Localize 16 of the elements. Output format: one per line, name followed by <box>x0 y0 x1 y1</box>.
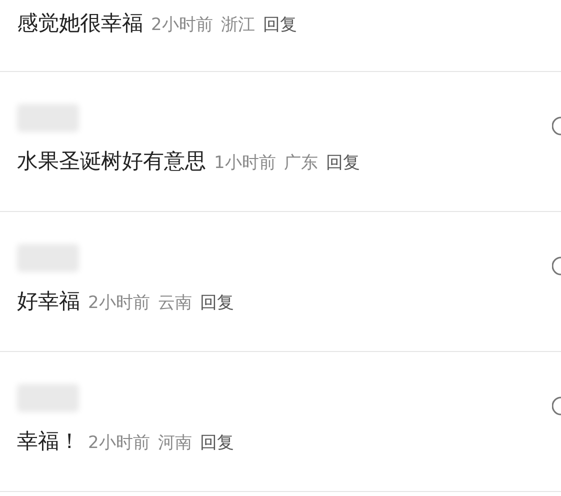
comment-location: 浙江 <box>220 14 255 37</box>
comment-text: 好幸福 <box>17 288 80 315</box>
comment-text: 感觉她很幸福 <box>17 10 143 37</box>
comment-time: 2小时前 <box>151 14 213 37</box>
comment-text: 幸福！ <box>17 428 80 455</box>
comment-location: 广东 <box>284 152 318 175</box>
comment-location: 河南 <box>158 432 192 455</box>
reply-link[interactable]: 回复 <box>200 431 234 456</box>
reply-link[interactable]: 回复 <box>200 291 234 316</box>
comment-text: 水果圣诞树好有意思 <box>17 148 206 175</box>
reply-link[interactable]: 回复 <box>262 13 297 38</box>
comment-location: 云南 <box>158 292 192 315</box>
comment-time: 2小时前 <box>88 432 150 455</box>
comment-time: 1小时前 <box>214 152 276 175</box>
reply-link[interactable]: 回复 <box>326 151 360 176</box>
comment-time: 2小时前 <box>88 292 150 315</box>
